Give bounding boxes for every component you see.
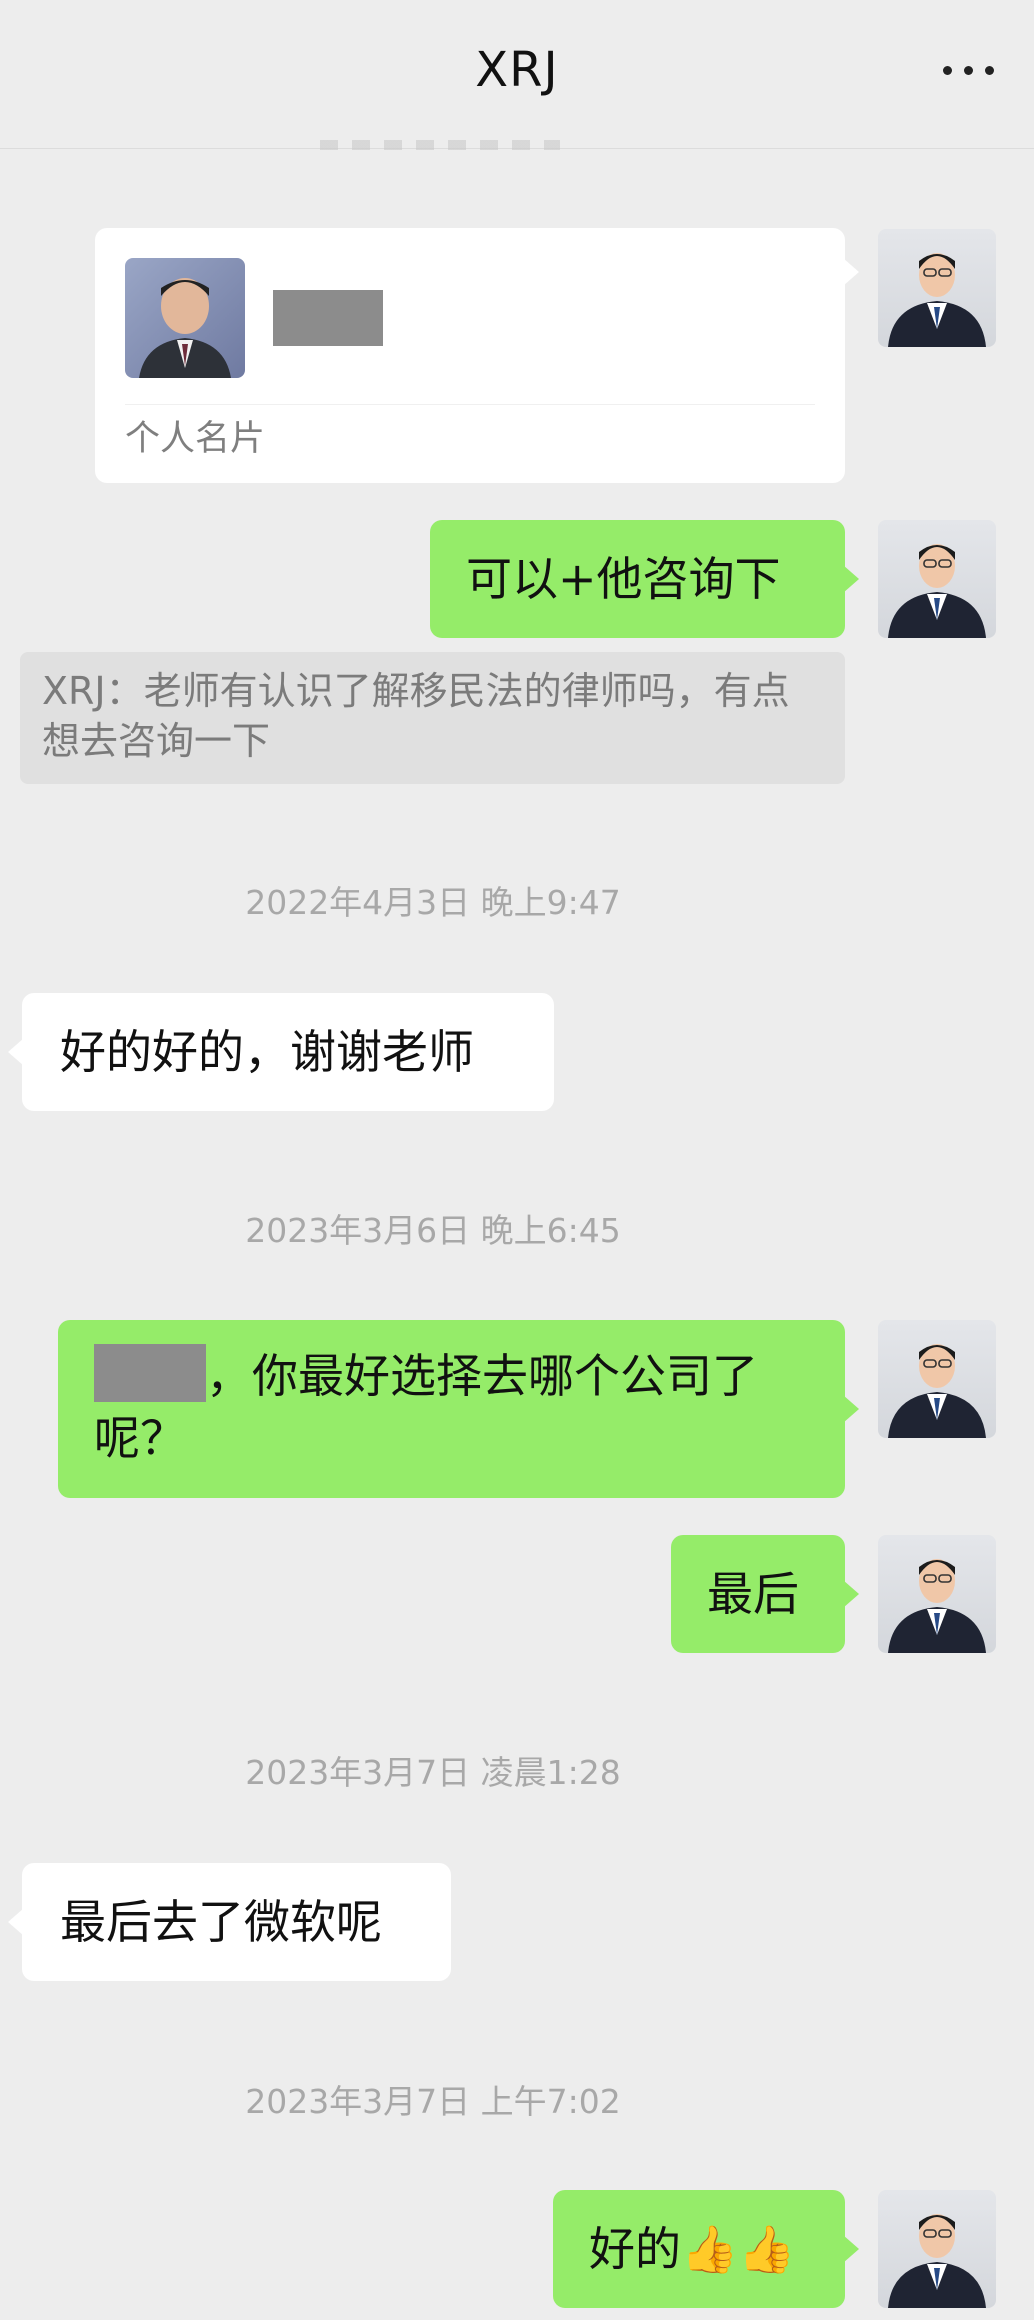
redacted-name	[94, 1344, 206, 1402]
scrolled-text-remnant	[320, 140, 560, 150]
my-avatar[interactable]	[878, 1320, 996, 1438]
message-text: 最后去了微软呢	[60, 1895, 382, 1949]
timestamp: 2022年4月3日 晚上9:47	[245, 883, 621, 922]
contact-card-label: 个人名片	[125, 419, 266, 459]
message-bubble[interactable]: 最后去了微软呢	[8, 1863, 451, 1981]
contact-card-avatar	[125, 258, 245, 378]
message-bubble[interactable]: 好的👍👍	[553, 2190, 859, 2308]
message-bubble[interactable]: ，你最好选择去哪个公司了呢？	[58, 1320, 859, 1498]
message-bubble[interactable]: 可以+他咨询下	[430, 520, 859, 638]
more-options-icon[interactable]	[943, 66, 994, 75]
message-bubble[interactable]: 好的好的，谢谢老师	[8, 993, 554, 1111]
card-divider	[125, 404, 815, 405]
chat-title: XRJ	[475, 42, 559, 98]
chat-header: XRJ	[0, 0, 1034, 149]
redacted-name	[273, 290, 383, 346]
timestamp: 2023年3月6日 晚上6:45	[245, 1211, 621, 1250]
my-avatar[interactable]	[878, 520, 996, 638]
message-text: 最后	[707, 1567, 799, 1621]
message-text: 好的👍👍	[589, 2222, 796, 2276]
quoted-message[interactable]: XRJ：老师有认识了解移民法的律师吗，有点想去咨询一下	[20, 652, 845, 784]
message-text: 可以+他咨询下	[466, 552, 781, 606]
contact-card-bubble[interactable]: 个人名片	[95, 228, 859, 483]
message-bubble[interactable]: 最后	[671, 1535, 859, 1653]
my-avatar[interactable]	[878, 1535, 996, 1653]
timestamp: 2023年3月7日 上午7:02	[245, 2082, 621, 2121]
my-avatar[interactable]	[878, 229, 996, 347]
message-text: ，你最好选择去哪个公司了呢？	[94, 1344, 809, 1469]
timestamp: 2023年3月7日 凌晨1:28	[245, 1753, 621, 1792]
my-avatar[interactable]	[878, 2190, 996, 2308]
message-text: 好的好的，谢谢老师	[60, 1025, 474, 1079]
